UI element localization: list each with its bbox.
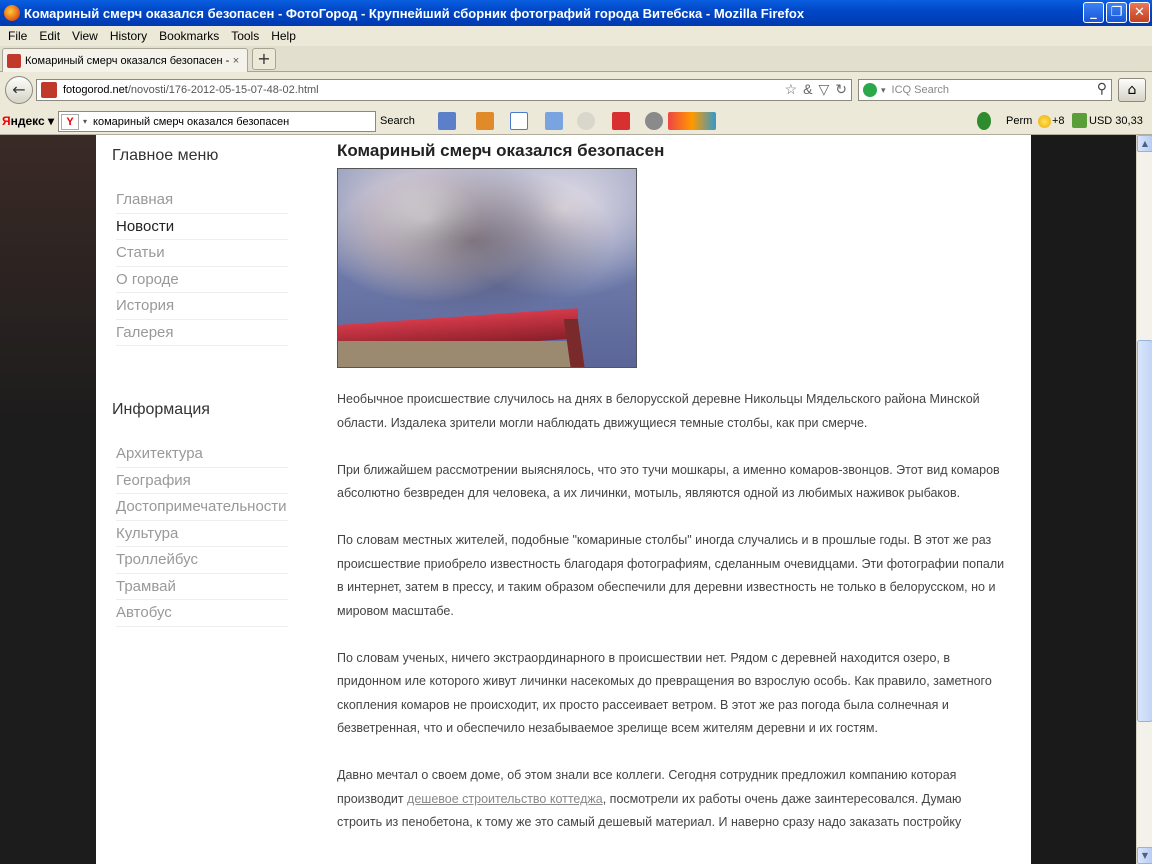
- yandex-search-button[interactable]: Search: [380, 115, 415, 127]
- info-menu-item[interactable]: Трамвай: [116, 574, 288, 600]
- tab-close-icon[interactable]: ×: [229, 55, 243, 67]
- engine-dropdown-icon[interactable]: ▾: [881, 85, 886, 96]
- info-menu-item[interactable]: Троллейбус: [116, 547, 288, 574]
- window-title: Комариный смерч оказался безопасен - Фот…: [24, 5, 805, 21]
- tab-active[interactable]: Комариный смерч оказался безопасен - Ф..…: [2, 48, 248, 72]
- url-domain: fotogorod.net: [63, 84, 128, 96]
- construction-link[interactable]: дешевое строительство коттеджа: [407, 792, 603, 806]
- sun-icon: [1038, 115, 1051, 128]
- article-title: Комариный смерч оказался безопасен: [337, 141, 665, 160]
- menu-file[interactable]: File: [2, 29, 33, 43]
- page-viewport: Главное меню Главная Новости Статьи О город…: [0, 135, 1136, 864]
- search-input[interactable]: ▾ ICQ Search ⚲: [858, 79, 1112, 101]
- wall-image-part: [338, 341, 578, 367]
- info-menu-item[interactable]: Культура: [116, 521, 288, 547]
- back-button[interactable]: ←: [5, 76, 33, 104]
- navigation-bar: ← fotogorod.net/novosti/176-2012-05-15-0…: [0, 72, 1152, 108]
- title-bar: Комариный смерч оказался безопасен - Фот…: [0, 0, 1152, 26]
- main-menu-item[interactable]: О городе: [116, 267, 288, 293]
- icq-engine-icon[interactable]: [863, 83, 877, 97]
- menu-bar: File Edit View History Bookmarks Tools H…: [0, 26, 1152, 46]
- menu-history[interactable]: History: [104, 29, 153, 43]
- gear-icon[interactable]: [645, 112, 663, 130]
- scroll-thumb[interactable]: [1137, 339, 1152, 722]
- article-paragraph: По словам местных жителей, подобные "ком…: [337, 533, 1005, 618]
- new-tab-button[interactable]: +: [252, 48, 276, 70]
- swarm-image-part: [338, 169, 636, 329]
- url-bar[interactable]: fotogorod.net/novosti/176-2012-05-15-07-…: [36, 79, 852, 101]
- main-menu-item[interactable]: Главная: [116, 187, 288, 214]
- menu-tools[interactable]: Tools: [225, 29, 265, 43]
- url-path: /novosti/176-2012-05-15-07-48-02.html: [127, 84, 319, 96]
- main-menu: Главная Новости Статьи О городе История Галер…: [116, 187, 288, 346]
- yandex-query: комариный смерч оказался безопасен: [93, 115, 290, 128]
- main-menu-item[interactable]: Новости: [116, 214, 288, 240]
- article-paragraph: При ближайшем рассмотрении выяснялось, ч…: [337, 462, 1000, 501]
- search-placeholder: ICQ Search: [891, 84, 949, 96]
- article-paragraph: Необычное происшествие случилось на днях…: [337, 392, 980, 430]
- window-controls: _ ❐ ✕: [1083, 2, 1150, 23]
- article-photo: [337, 168, 637, 368]
- antivirus-icon[interactable]: [612, 112, 630, 130]
- page-content: Главное меню Главная Новости Статьи О город…: [96, 135, 1031, 864]
- main-menu-item[interactable]: История: [116, 293, 288, 320]
- scroll-down-button[interactable]: ▼: [1137, 847, 1152, 864]
- firefox-icon: [4, 5, 20, 21]
- main-menu-title: Главное меню: [112, 147, 219, 164]
- chat-icon[interactable]: [577, 112, 595, 130]
- info-menu-item[interactable]: Достопримечательности: [116, 494, 288, 521]
- key-icon[interactable]: [977, 112, 991, 130]
- vertical-scrollbar[interactable]: ▲ ▼: [1136, 135, 1152, 864]
- info-menu: Архитектура География Достопримечательност…: [116, 441, 288, 627]
- close-button[interactable]: ✕: [1129, 2, 1150, 23]
- search-icon[interactable]: ⚲: [1097, 80, 1107, 97]
- site-favicon-icon: [7, 53, 21, 68]
- addon-ampersand-icon[interactable]: &: [803, 81, 812, 98]
- article-body: Необычное происшествие случилось на днях…: [337, 388, 1009, 858]
- spellcheck-icon[interactable]: [545, 112, 563, 130]
- bookmark-star-icon[interactable]: ☆: [785, 81, 798, 98]
- history-dropdown-icon[interactable]: ▽: [818, 81, 829, 98]
- reload-icon[interactable]: ↻: [835, 81, 847, 98]
- menu-bookmarks[interactable]: Bookmarks: [153, 29, 225, 43]
- article-paragraph: По словам ученых, ничего экстраординарно…: [337, 650, 992, 736]
- main-menu-item[interactable]: Галерея: [116, 320, 288, 346]
- menu-view[interactable]: View: [66, 29, 104, 43]
- menu-help[interactable]: Help: [265, 29, 302, 43]
- main-menu-item[interactable]: Статьи: [116, 240, 288, 267]
- info-menu-item[interactable]: География: [116, 468, 288, 494]
- yandex-logo[interactable]: Яндекс ▾: [2, 114, 54, 128]
- url-actions: ☆ & ▽ ↻: [785, 81, 847, 98]
- info-menu-item[interactable]: Архитектура: [116, 441, 288, 468]
- maximize-button[interactable]: ❐: [1106, 2, 1127, 23]
- yandex-badge-icon: Y: [61, 113, 79, 130]
- chart-icon: [1072, 113, 1087, 128]
- scroll-up-button[interactable]: ▲: [1137, 135, 1152, 152]
- weather-temperature[interactable]: +8: [1052, 115, 1065, 127]
- article-paragraph: Давно мечтал о своем доме, об этом знали…: [337, 764, 1009, 835]
- info-menu-title: Информация: [112, 401, 210, 418]
- weather-city[interactable]: Perm: [1006, 115, 1032, 127]
- mnogo-ru-icon[interactable]: [668, 112, 716, 130]
- home-button[interactable]: ⌂: [1118, 78, 1146, 102]
- translate-icon[interactable]: [510, 112, 528, 130]
- tab-title: Комариный смерч оказался безопасен - Ф..…: [25, 54, 229, 67]
- yandex-dropdown-icon[interactable]: ▾: [83, 117, 87, 126]
- site-identity-icon: [41, 82, 57, 98]
- page-background: [0, 135, 96, 864]
- bookmarks-icon[interactable]: [476, 112, 494, 130]
- info-menu-item[interactable]: Автобус: [116, 600, 288, 627]
- yandex-toolbar: Яндекс ▾ Y ▾ комариный смерч оказался бе…: [0, 108, 1152, 135]
- yandex-search-input[interactable]: Y ▾ комариный смерч оказался безопасен: [58, 111, 376, 132]
- minimize-button[interactable]: _: [1083, 2, 1104, 23]
- currency-rate[interactable]: USD 30,33: [1089, 115, 1143, 127]
- menu-edit[interactable]: Edit: [33, 29, 66, 43]
- mail-icon[interactable]: [438, 112, 456, 130]
- tab-bar: Комариный смерч оказался безопасен - Ф..…: [0, 46, 1152, 72]
